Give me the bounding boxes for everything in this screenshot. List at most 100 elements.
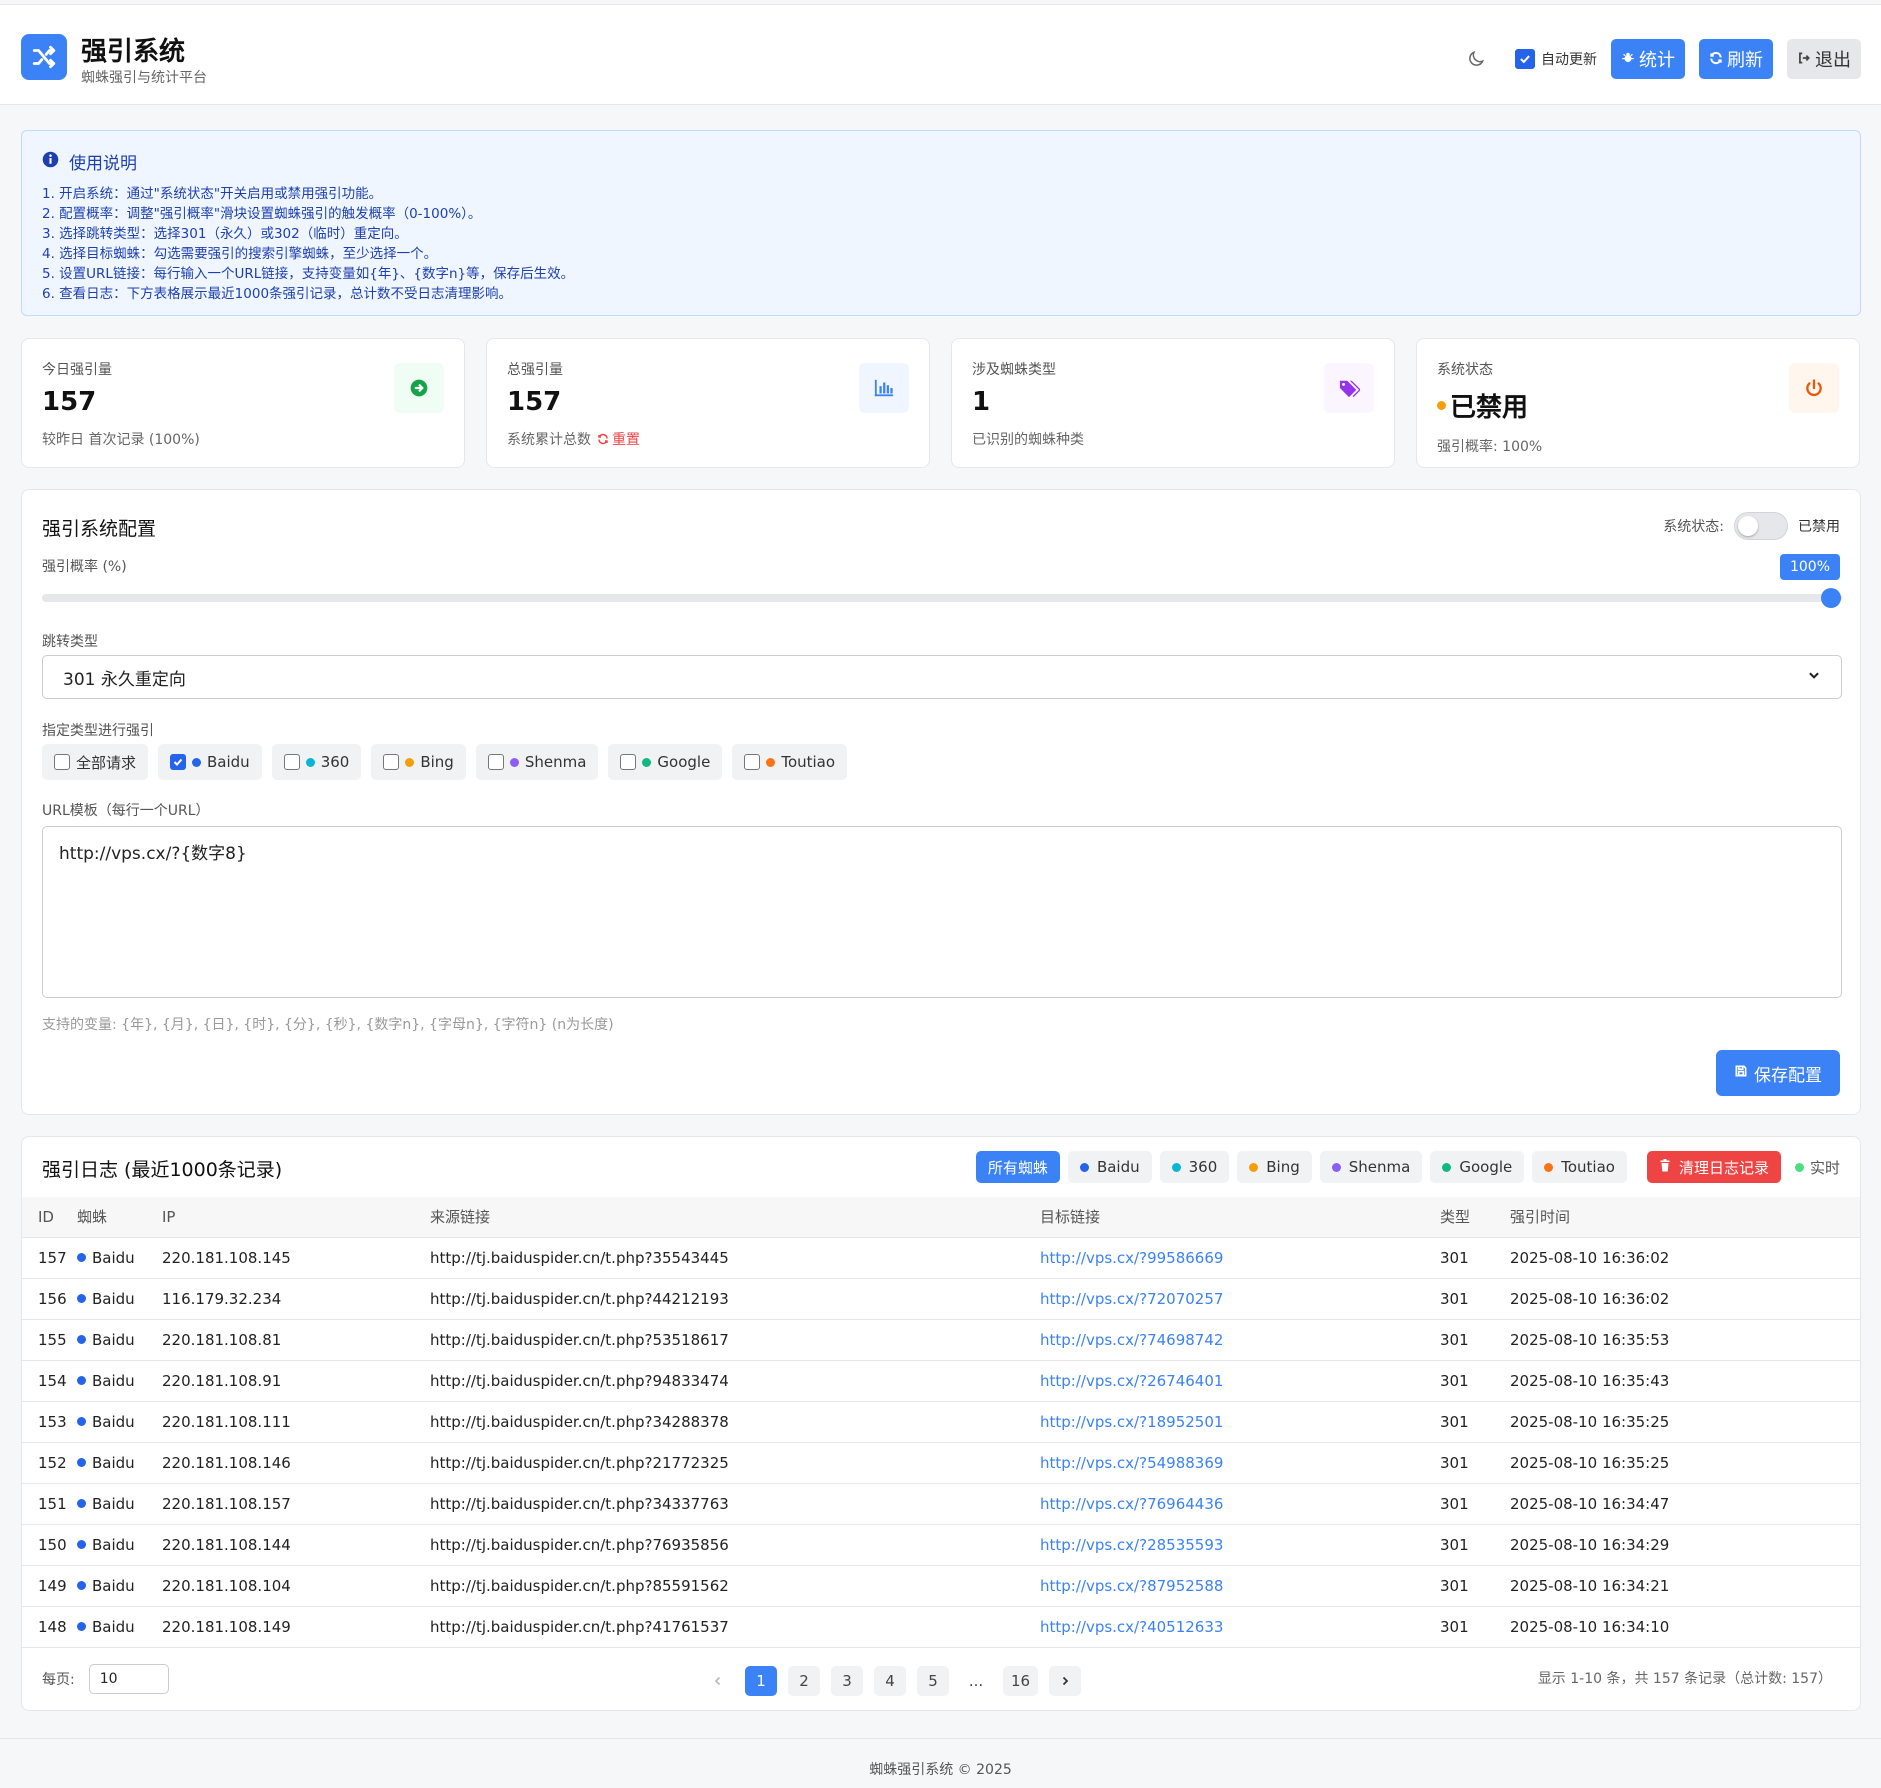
spider-option-bing[interactable]: Bing (371, 744, 466, 780)
cell-target-url[interactable]: http://vps.cx/?26746401 (1040, 1360, 1440, 1402)
table-row: 152 Baidu 220.181.108.146 http://tj.baidusp… (22, 1442, 1860, 1484)
cell-target-url[interactable]: http://vps.cx/?74698742 (1040, 1319, 1440, 1361)
cell-target-url[interactable]: http://vps.cx/?28535593 (1040, 1524, 1440, 1566)
info-line: 2. 配置概率：调整"强引概率"滑块设置蜘蛛强引的触发概率（0-100%）。 (42, 206, 482, 222)
cell-source-url: http://tj.baiduspider.cn/t.php?21772325 (430, 1442, 1040, 1484)
cell-source-url: http://tj.baiduspider.cn/t.php?41761537 (430, 1606, 1040, 1648)
clear-log-button[interactable]: 清理日志记录 (1646, 1151, 1781, 1183)
cell-time: 2025-08-10 16:36:02 (1510, 1237, 1860, 1279)
auto-update-toggle[interactable]: 自动更新 (1515, 49, 1597, 69)
per-page-input[interactable]: 10 (88, 1664, 169, 1694)
cell-id: 156 (22, 1278, 77, 1320)
cell-type: 301 (1440, 1401, 1510, 1443)
filter-bing[interactable]: Bing (1237, 1151, 1312, 1183)
cell-target-url[interactable]: http://vps.cx/?18952501 (1040, 1401, 1440, 1443)
page-button[interactable]: 16 (1003, 1666, 1039, 1696)
cell-time: 2025-08-10 16:36:02 (1510, 1278, 1860, 1320)
status-dot (1437, 401, 1446, 410)
spider-checkbox[interactable] (170, 754, 187, 770)
spider-option-label: 360 (320, 753, 350, 771)
info-line: 6. 查看日志：下方表格展示最近1000条强引记录，总计数不受日志清理影响。 (42, 286, 513, 302)
page-button[interactable]: 5 (917, 1666, 949, 1696)
spider-color-dot (305, 757, 315, 767)
logout-button[interactable]: 退出 (1787, 39, 1861, 79)
cell-type: 301 (1440, 1442, 1510, 1484)
filter-baidu[interactable]: Baidu (1067, 1151, 1152, 1183)
spider-checkbox[interactable] (383, 754, 400, 770)
system-status-value: 已禁用 (1798, 519, 1840, 535)
spider-option-shenma[interactable]: Shenma (475, 744, 599, 780)
spider-option-baidu[interactable]: Baidu (158, 744, 262, 780)
cell-source-url: http://tj.baiduspider.cn/t.php?76935856 (430, 1524, 1040, 1566)
cell-target-url[interactable]: http://vps.cx/?87952588 (1040, 1565, 1440, 1607)
filter-google[interactable]: Google (1430, 1151, 1525, 1183)
table-row: 149 Baidu 220.181.108.104 http://tj.baidusp… (22, 1565, 1860, 1607)
stat-value: 157 (507, 387, 562, 417)
page-button[interactable]: 3 (831, 1666, 863, 1696)
spider-color-dot (509, 757, 519, 767)
cell-target-url[interactable]: http://vps.cx/?76964436 (1040, 1483, 1440, 1525)
page-button[interactable]: 1 (745, 1666, 777, 1696)
filter-toutiao[interactable]: Toutiao (1532, 1151, 1627, 1183)
filter-shenma[interactable]: Shenma (1319, 1151, 1423, 1183)
info-line: 3. 选择跳转类型：选择301（永久）或302（临时）重定向。 (42, 226, 408, 242)
cell-target-url[interactable]: http://vps.cx/?40512633 (1040, 1606, 1440, 1648)
spider-option-toutiao[interactable]: Toutiao (732, 744, 848, 780)
cell-type: 301 (1440, 1606, 1510, 1648)
cell-type: 301 (1440, 1237, 1510, 1279)
next-page-button[interactable] (1049, 1666, 1082, 1696)
spider-option-google[interactable]: Google (608, 744, 723, 780)
table-row: 157 Baidu 220.181.108.145 http://tj.baidusp… (22, 1237, 1860, 1279)
cell-time: 2025-08-10 16:34:29 (1510, 1524, 1860, 1566)
save-config-button[interactable]: 保存配置 (1716, 1050, 1840, 1096)
log-table: ID 蜘蛛 IP 来源链接 目标链接 类型 强引时间 157 Baidu 220.1… (22, 1197, 1860, 1648)
cell-target-url[interactable]: http://vps.cx/?99586669 (1040, 1237, 1440, 1279)
pagination-summary: 显示 1-10 条，共 157 条记录（总计数: 157） (1537, 1671, 1832, 1687)
refresh-icon (1709, 49, 1723, 70)
spider-checkbox[interactable] (620, 754, 637, 770)
cell-source-url: http://tj.baiduspider.cn/t.php?34288378 (430, 1401, 1040, 1443)
cell-type: 301 (1440, 1360, 1510, 1402)
redirect-type-value: 301 永久重定向 (63, 669, 186, 690)
stat-card-spider-types: 涉及蜘蛛类型 1 已识别的蜘蛛种类 (951, 338, 1395, 468)
auto-update-checkbox[interactable] (1515, 49, 1535, 69)
cell-spider: Baidu (77, 1606, 162, 1648)
cell-source-url: http://tj.baiduspider.cn/t.php?94833474 (430, 1360, 1040, 1402)
spider-checkbox[interactable] (283, 754, 300, 770)
probability-slider-track[interactable] (42, 588, 1842, 608)
sign-out-icon (1797, 49, 1811, 70)
cell-source-url: http://tj.baiduspider.cn/t.php?53518617 (430, 1319, 1040, 1361)
prev-page-button[interactable] (702, 1666, 734, 1696)
cell-ip: 220.181.108.81 (162, 1319, 430, 1361)
cell-target-url[interactable]: http://vps.cx/?54988369 (1040, 1442, 1440, 1484)
reset-button[interactable]: 重置 (597, 429, 640, 449)
redirect-type-select[interactable]: 301 永久重定向 (42, 655, 1842, 699)
page-button[interactable]: 2 (788, 1666, 820, 1696)
url-template-textarea[interactable]: http://vps.cx/?{数字8} (42, 826, 1842, 998)
cell-spider: Baidu (77, 1278, 162, 1320)
log-card: 强引日志 (最近1000条记录) 所有蜘蛛 Baidu 360 Bing She… (21, 1136, 1861, 1711)
spider-checkbox[interactable] (487, 754, 504, 770)
stat-sub: 已识别的蜘蛛种类 (972, 432, 1084, 448)
refresh-button[interactable]: 刷新 (1699, 39, 1773, 79)
filter-360[interactable]: 360 (1159, 1151, 1230, 1183)
cell-target-url[interactable]: http://vps.cx/?72070257 (1040, 1278, 1440, 1320)
spider-option-all[interactable]: 全部请求 (42, 744, 149, 780)
stats-button-label: 统计 (1639, 50, 1675, 71)
probability-slider-handle[interactable] (1821, 588, 1841, 608)
cell-ip: 220.181.108.157 (162, 1483, 430, 1525)
chevron-down-icon (1807, 667, 1821, 687)
spider-option-360[interactable]: 360 (271, 744, 362, 780)
spider-checkbox[interactable] (744, 754, 761, 770)
cell-id: 149 (22, 1565, 77, 1607)
stats-button[interactable]: 统计 (1611, 39, 1685, 79)
config-title: 强引系统配置 (42, 518, 157, 540)
reset-label: 重置 (612, 432, 640, 448)
filter-all-spiders[interactable]: 所有蜘蛛 (975, 1151, 1060, 1183)
moon-icon[interactable] (1461, 44, 1491, 74)
col-header: ID (22, 1197, 77, 1238)
col-header: 强引时间 (1510, 1197, 1860, 1238)
system-status-toggle[interactable] (1734, 512, 1788, 540)
page-button[interactable]: 4 (874, 1666, 906, 1696)
spider-checkbox[interactable] (54, 754, 70, 770)
